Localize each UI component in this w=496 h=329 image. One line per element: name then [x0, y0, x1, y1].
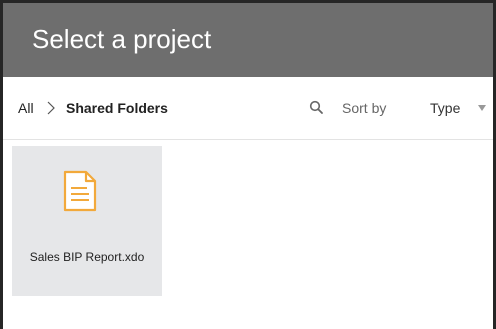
- file-name: Sales BIP Report.xdo: [29, 250, 145, 264]
- sort-by-label: Sort by: [342, 100, 387, 116]
- toolbar: All Shared Folders Sort by Type: [3, 77, 493, 140]
- sort-type-value: Type: [430, 100, 461, 116]
- dialog-title: Select a project: [32, 24, 212, 54]
- sort-type-dropdown[interactable]: Type: [430, 96, 493, 120]
- document-icon: [63, 170, 97, 212]
- dialog-header: Select a project: [3, 3, 493, 77]
- select-project-dialog: Select a project All Shared Folders Sort…: [3, 3, 493, 329]
- search-icon[interactable]: [309, 100, 324, 115]
- breadcrumb-separator-icon: [47, 101, 55, 115]
- chevron-down-icon: [478, 105, 486, 111]
- file-tile[interactable]: Sales BIP Report.xdo: [12, 146, 162, 296]
- breadcrumb-all-link[interactable]: All: [18, 99, 34, 117]
- breadcrumb-current: Shared Folders: [66, 100, 168, 116]
